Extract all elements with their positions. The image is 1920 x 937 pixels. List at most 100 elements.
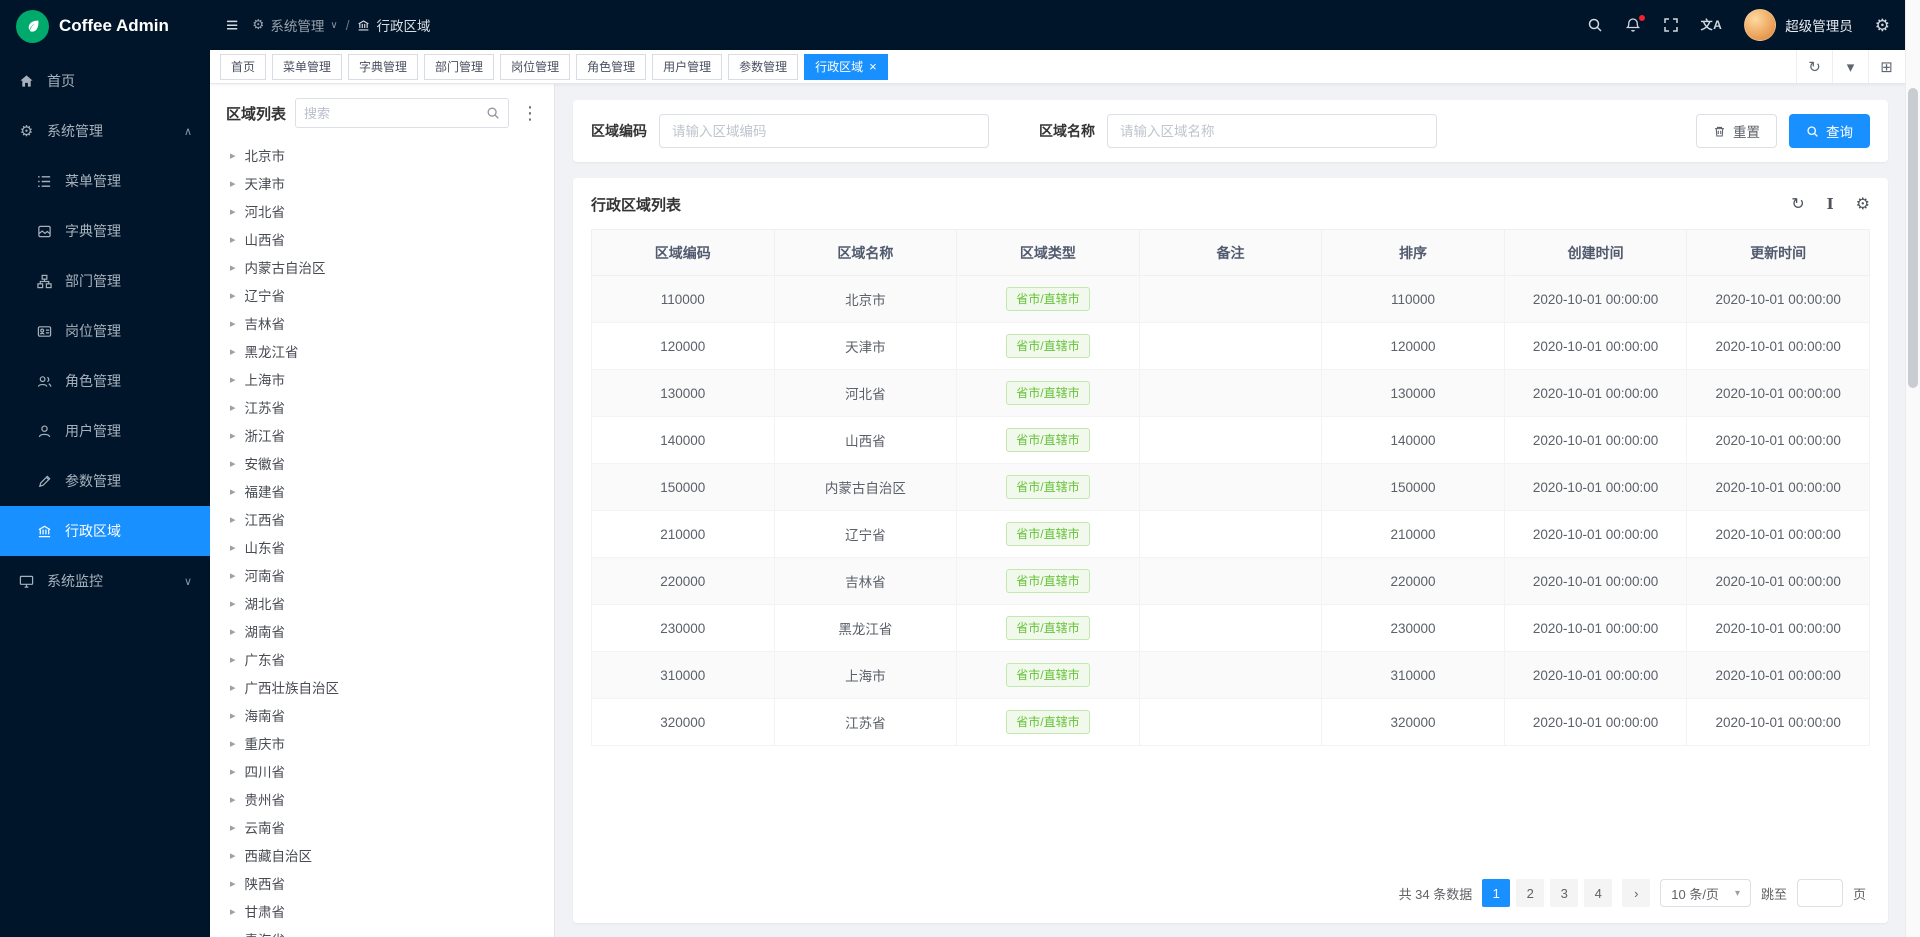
tree-item[interactable]: ▸ 西藏自治区 [226, 841, 542, 869]
caret-right-icon[interactable]: ▸ [230, 513, 236, 526]
tree-item[interactable]: ▸ 广东省 [226, 645, 542, 673]
tree-item[interactable]: ▸ 江西省 [226, 505, 542, 533]
window-scrollbar[interactable] [1905, 0, 1920, 937]
refresh-icon[interactable]: ↻ [1791, 197, 1804, 213]
tab[interactable]: 菜单管理 × [272, 54, 342, 80]
next-page-button[interactable]: › [1622, 879, 1650, 907]
scrollbar-thumb[interactable] [1908, 88, 1918, 388]
caret-right-icon[interactable]: ▸ [230, 485, 236, 498]
page-button[interactable]: 3 [1550, 879, 1578, 907]
caret-right-icon[interactable]: ▸ [230, 765, 236, 778]
tab-options-chevron-icon[interactable]: ▾ [1832, 50, 1868, 83]
region-code-input[interactable] [659, 114, 989, 148]
caret-right-icon[interactable]: ▸ [230, 681, 236, 694]
tab[interactable]: 字典管理 × [348, 54, 418, 80]
table-row[interactable]: 220000 吉林省 省市/直辖市 220000 2020-10-01 00:0… [592, 558, 1870, 605]
page-button[interactable]: 1 [1482, 879, 1510, 907]
tree-item[interactable]: ▸ 天津市 [226, 169, 542, 197]
notification-bell-icon[interactable] [1625, 17, 1641, 33]
settings-gear-icon[interactable]: ⚙ [1875, 17, 1890, 34]
caret-right-icon[interactable]: ▸ [230, 625, 236, 638]
tree-item[interactable]: ▸ 湖北省 [226, 589, 542, 617]
tree-item[interactable]: ▸ 江苏省 [226, 393, 542, 421]
tree-item[interactable]: ▸ 贵州省 [226, 785, 542, 813]
tree-item[interactable]: ▸ 海南省 [226, 701, 542, 729]
search-icon[interactable] [1587, 17, 1603, 33]
tree-item[interactable]: ▸ 河南省 [226, 561, 542, 589]
caret-right-icon[interactable]: ▸ [230, 569, 236, 582]
caret-right-icon[interactable]: ▸ [230, 541, 236, 554]
caret-right-icon[interactable]: ▸ [230, 821, 236, 834]
close-icon[interactable]: × [869, 60, 877, 73]
tree-item[interactable]: ▸ 山西省 [226, 225, 542, 253]
table-row[interactable]: 210000 辽宁省 省市/直辖市 210000 2020-10-01 00:0… [592, 511, 1870, 558]
tree-item[interactable]: ▸ 内蒙古自治区 [226, 253, 542, 281]
tab[interactable]: 用户管理 × [652, 54, 722, 80]
sidebar-item-system-management[interactable]: ⚙ 系统管理 ∧ [0, 106, 210, 156]
fullscreen-icon[interactable] [1663, 17, 1679, 33]
table-row[interactable]: 140000 山西省 省市/直辖市 140000 2020-10-01 00:0… [592, 417, 1870, 464]
table-row[interactable]: 310000 上海市 省市/直辖市 310000 2020-10-01 00:0… [592, 652, 1870, 699]
tree-item[interactable]: ▸ 黑龙江省 [226, 337, 542, 365]
caret-right-icon[interactable]: ▸ [230, 653, 236, 666]
tree-item[interactable]: ▸ 辽宁省 [226, 281, 542, 309]
tree-item[interactable]: ▸ 四川省 [226, 757, 542, 785]
caret-right-icon[interactable]: ▸ [230, 401, 236, 414]
tree-item[interactable]: ▸ 陕西省 [226, 869, 542, 897]
sidebar-item-administrative-region[interactable]: 行政区域 [0, 506, 210, 556]
caret-right-icon[interactable]: ▸ [230, 289, 236, 302]
sidebar-item-parameter-management[interactable]: 参数管理 [0, 456, 210, 506]
page-button[interactable]: 2 [1516, 879, 1544, 907]
sidebar-item-department-management[interactable]: 部门管理 [0, 256, 210, 306]
tree-item[interactable]: ▸ 广西壮族自治区 [226, 673, 542, 701]
tree-item[interactable]: ▸ 上海市 [226, 365, 542, 393]
tab[interactable]: 行政区域 × [804, 54, 888, 80]
table-row[interactable]: 130000 河北省 省市/直辖市 130000 2020-10-01 00:0… [592, 370, 1870, 417]
tab[interactable]: 首页 × [220, 54, 266, 80]
caret-right-icon[interactable]: ▸ [230, 709, 236, 722]
tab[interactable]: 岗位管理 × [500, 54, 570, 80]
caret-right-icon[interactable]: ▸ [230, 261, 236, 274]
sidebar-item-user-management[interactable]: 用户管理 [0, 406, 210, 456]
tree-item[interactable]: ▸ 青海省 [226, 925, 542, 937]
row-density-icon[interactable]: I [1827, 197, 1834, 212]
tree-item[interactable]: ▸ 河北省 [226, 197, 542, 225]
tab[interactable]: 角色管理 × [576, 54, 646, 80]
jump-page-input[interactable] [1797, 879, 1843, 907]
tree-search-input[interactable] [304, 106, 486, 121]
search-button[interactable]: 查询 [1789, 114, 1870, 148]
sidebar-item-post-management[interactable]: 岗位管理 [0, 306, 210, 356]
caret-right-icon[interactable]: ▸ [230, 233, 236, 246]
tab[interactable]: 部门管理 × [424, 54, 494, 80]
refresh-icon[interactable]: ↻ [1796, 50, 1832, 83]
table-row[interactable]: 230000 黑龙江省 省市/直辖市 230000 2020-10-01 00:… [592, 605, 1870, 652]
page-button[interactable]: 4 [1584, 879, 1612, 907]
table-row[interactable]: 320000 江苏省 省市/直辖市 320000 2020-10-01 00:0… [592, 699, 1870, 746]
sidebar-item-menu-management[interactable]: 菜单管理 [0, 156, 210, 206]
reset-button[interactable]: 重置 [1696, 114, 1777, 148]
language-switch-icon[interactable]: 文A [1701, 19, 1723, 31]
region-name-input[interactable] [1107, 114, 1437, 148]
search-icon[interactable] [486, 106, 500, 120]
user-menu[interactable]: 超级管理员 [1744, 9, 1853, 41]
tree-item[interactable]: ▸ 湖南省 [226, 617, 542, 645]
caret-right-icon[interactable]: ▸ [230, 793, 236, 806]
caret-right-icon[interactable]: ▸ [230, 849, 236, 862]
table-row[interactable]: 120000 天津市 省市/直辖市 120000 2020-10-01 00:0… [592, 323, 1870, 370]
table-row[interactable]: 150000 内蒙古自治区 省市/直辖市 150000 2020-10-01 0… [592, 464, 1870, 511]
sidebar-item-role-management[interactable]: 角色管理 [0, 356, 210, 406]
caret-right-icon[interactable]: ▸ [230, 149, 236, 162]
table-row[interactable]: 110000 北京市 省市/直辖市 110000 2020-10-01 00:0… [592, 276, 1870, 323]
caret-right-icon[interactable]: ▸ [230, 933, 236, 937]
tree-item[interactable]: ▸ 吉林省 [226, 309, 542, 337]
tree-item[interactable]: ▸ 云南省 [226, 813, 542, 841]
caret-right-icon[interactable]: ▸ [230, 457, 236, 470]
page-size-select[interactable]: 10 条/页 ▾ [1660, 879, 1751, 907]
column-settings-gear-icon[interactable]: ⚙ [1856, 197, 1870, 213]
sidebar-item-dictionary-management[interactable]: 字典管理 [0, 206, 210, 256]
tree-item[interactable]: ▸ 甘肃省 [226, 897, 542, 925]
tree-item[interactable]: ▸ 福建省 [226, 477, 542, 505]
sidebar-collapse-icon[interactable]: ≡ [226, 15, 238, 36]
caret-right-icon[interactable]: ▸ [230, 345, 236, 358]
caret-right-icon[interactable]: ▸ [230, 429, 236, 442]
